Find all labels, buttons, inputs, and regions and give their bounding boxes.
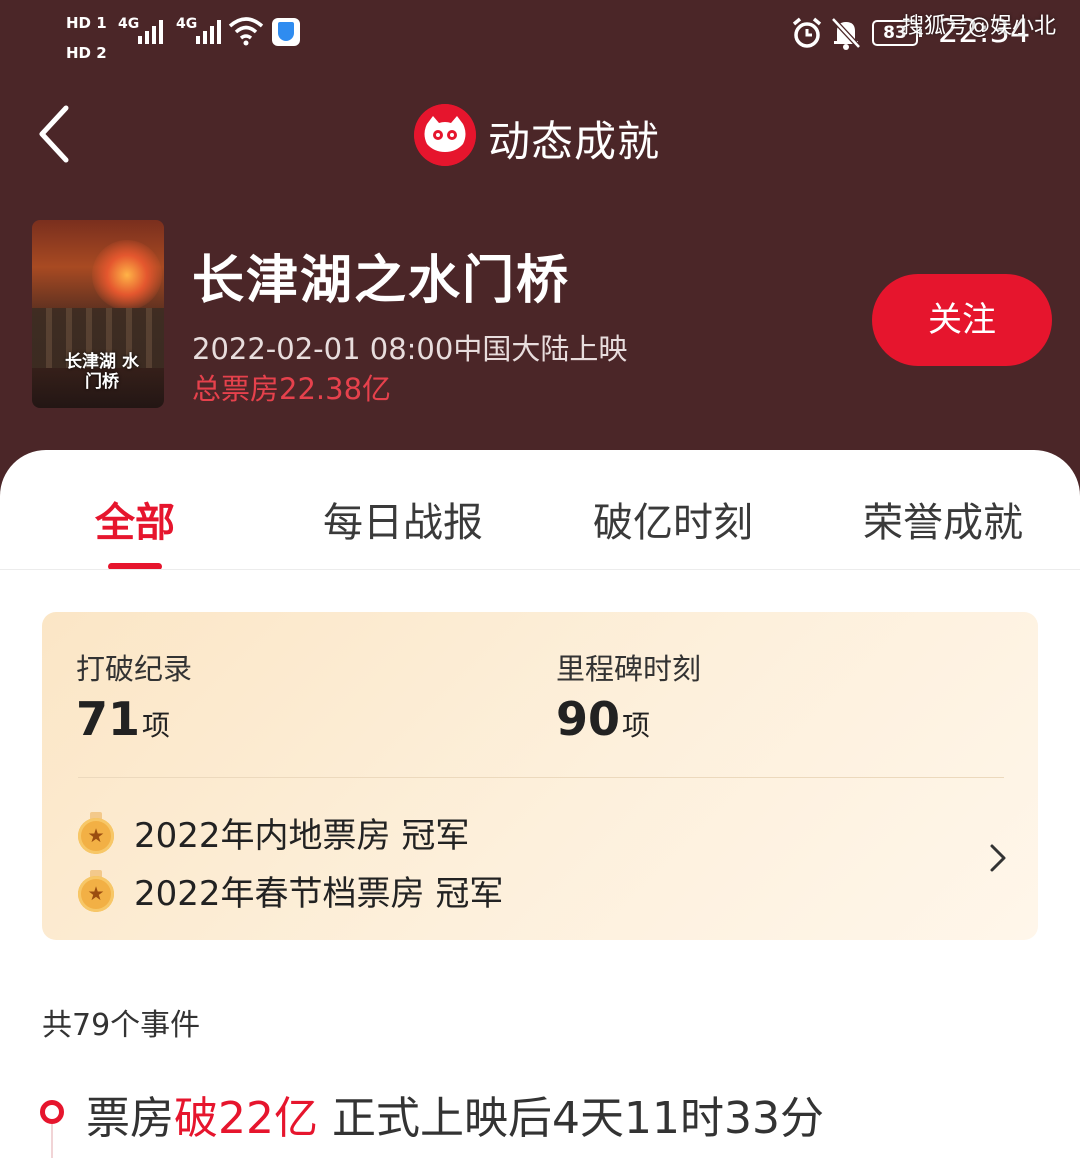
chevron-right-icon[interactable] [986,840,1010,876]
tab-daily-report[interactable]: 每日战报 [323,490,483,548]
timeline-line [51,1124,53,1158]
honor-item: ★ 2022年内地票房 冠军 [78,808,469,857]
hd1-label: HD 1 [66,14,107,32]
release-info: 2022-02-01 08:00中国大陆上映 [192,332,628,366]
watermark: 搜狐号@娱小北 [902,14,1057,39]
alarm-icon [792,17,822,48]
tab-bar: 全部 每日战报 破亿时刻 荣誉成就 [0,450,1080,570]
network-type-2: 4G [176,16,198,32]
hd2-label: HD 2 [66,44,107,62]
tab-divider [0,569,1080,570]
event-highlight: 破22亿 [174,1093,318,1144]
mute-bell-icon [831,17,861,50]
records-label: 打破纪录 [76,652,193,686]
follow-button[interactable]: 关注 [872,274,1052,366]
card-divider [78,777,1004,778]
cat-logo-icon [414,104,476,166]
hd-indicator: HD 1 HD 2 [66,8,107,68]
signal-2-icon [196,20,221,44]
event-suffix: 正式上映后4天11时33分 [318,1093,824,1144]
wifi-icon [228,17,264,46]
records-value: 71项 [76,692,171,746]
medal-icon: ★ [78,811,114,854]
event-prefix: 票房 [86,1093,174,1144]
network-type-1: 4G [118,16,140,32]
achievement-summary-card[interactable]: 打破纪录 71项 里程碑时刻 90项 ★ 2022年内地票房 冠军 ★ 2022… [42,612,1038,940]
milestones-label: 里程碑时刻 [556,652,702,686]
movie-title: 长津湖之水门桥 [192,251,571,311]
movie-poster[interactable]: 长津湖 水门桥 [32,220,164,408]
event-item[interactable]: 票房破22亿 正式上映后4天11时33分 [86,1082,824,1146]
honor-item: ★ 2022年春节档票房 冠军 [78,866,503,915]
security-shield-icon [272,18,300,46]
timeline-dot [40,1100,64,1124]
page-title: 动态成就 [488,117,661,166]
tab-all[interactable]: 全部 [95,490,175,548]
tab-honors[interactable]: 荣誉成就 [863,490,1023,548]
honor-text: 2022年春节档票房 冠军 [134,874,504,914]
back-icon[interactable] [36,104,76,164]
tab-billion-moments[interactable]: 破亿时刻 [593,490,753,548]
poster-title: 长津湖 水门桥 [65,352,139,392]
total-box-office: 总票房22.38亿 [192,372,392,406]
milestones-value: 90项 [556,692,651,746]
event-count: 共79个事件 [42,1008,201,1043]
honor-text: 2022年内地票房 冠军 [134,816,470,856]
status-bar: HD 1 HD 2 4G 4G 83 22:34 搜狐号@娱小北 [0,0,1080,70]
signal-1-icon [138,20,163,44]
medal-icon: ★ [78,869,114,912]
